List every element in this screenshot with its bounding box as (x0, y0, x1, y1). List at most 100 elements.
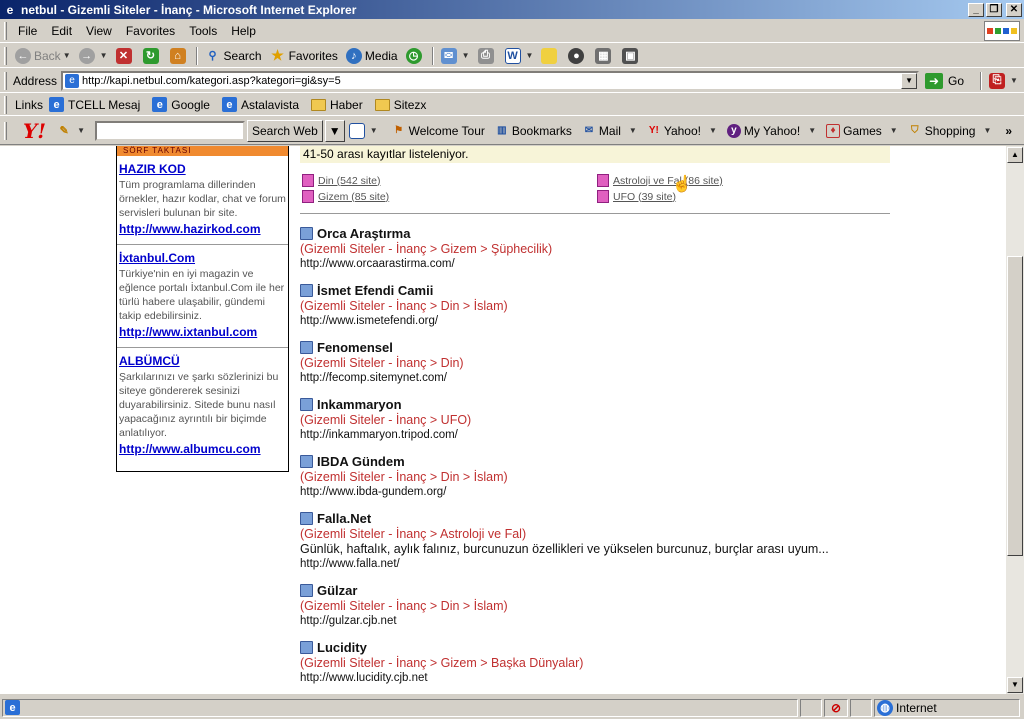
category-link[interactable]: Astroloji ve Fal (86 site) (597, 174, 723, 187)
sidebar-block-url[interactable]: http://www.ixtanbul.com (119, 325, 286, 339)
scroll-down-button[interactable]: ▼ (1007, 677, 1023, 693)
bookmarks-item[interactable]: ▥ Bookmarks (495, 124, 572, 138)
my-yahoo-item[interactable]: y My Yahoo! ▼ (726, 123, 816, 138)
research-button[interactable]: ▦ (591, 45, 618, 67)
mail-button[interactable]: ✉ ▼ (437, 45, 474, 67)
highlight-button[interactable]: ▼ (345, 120, 382, 142)
result-description: Günlük, haftalık, aylık falınız, burcunu… (300, 542, 829, 556)
mail-item[interactable]: ✉ Mail ▼ (582, 124, 637, 138)
page-content: SÖRF TAKTASI HAZIR KOD Tüm programlama d… (0, 146, 1008, 694)
result-url[interactable]: http://www.orcaarastirma.com/ (300, 257, 900, 271)
result-title[interactable]: Orca Araştırma (300, 226, 900, 241)
result-title[interactable]: IBDA Gündem (300, 454, 900, 469)
menu-edit[interactable]: Edit (44, 22, 79, 40)
toolbar-grip[interactable] (4, 71, 7, 90)
yahoo-search-input[interactable] (94, 120, 245, 141)
discuss-button[interactable] (537, 45, 564, 67)
menu-favorites[interactable]: Favorites (119, 22, 182, 40)
favorites-button[interactable]: ★ Favorites (266, 45, 342, 67)
result-title[interactable]: Falla.Net (300, 511, 900, 526)
result-url[interactable]: http://www.ismetefendi.org/ (300, 314, 900, 328)
result-category-path: (Gizemli Siteler - İnanç > Gizem > Başka… (300, 656, 584, 670)
go-label: Go (948, 73, 965, 88)
result-title-text: Gülzar (317, 583, 358, 598)
vertical-scrollbar[interactable]: ▲ ▼ (1006, 146, 1024, 694)
category-link[interactable]: Din (542 site) (302, 174, 380, 187)
history-button[interactable]: ◷ (402, 45, 429, 67)
refresh-button[interactable]: ↻ (139, 45, 166, 67)
print-button[interactable]: ⎙ (474, 45, 501, 67)
sidebar-block: ALBÜMCÜ Şarkılarınızı ve şarkı sözlerini… (117, 348, 288, 464)
menu-file[interactable]: File (11, 22, 44, 40)
sidebar-block-title[interactable]: İxtanbul.Com (119, 251, 286, 265)
popup-blocked-icon[interactable]: ⊘ (824, 698, 848, 717)
sidebar-block-title[interactable]: HAZIR KOD (119, 162, 286, 176)
search-dropdown-button[interactable]: ▼ (324, 119, 345, 142)
back-label: Back (34, 48, 61, 63)
result-entry: Inkammaryon (Gizemli Siteler - İnanç > UF… (300, 397, 900, 442)
pencil-button[interactable]: ✎ ▼ (52, 120, 89, 142)
shopping-item[interactable]: ⛉ Shopping ▼ (908, 123, 991, 138)
sidebar-header: SÖRF TAKTASI (117, 146, 288, 156)
toolbar-overflow-button[interactable]: » (1005, 124, 1012, 138)
home-button[interactable]: ⌂ (166, 45, 193, 67)
address-dropdown-button[interactable]: ▼ (901, 72, 918, 89)
result-title[interactable]: İsmet Efendi Camii (300, 283, 900, 298)
edit-button[interactable]: W ▼ (501, 45, 538, 67)
link-sitezx[interactable]: Sitezx (374, 98, 426, 112)
result-url[interactable]: http://www.lucidity.cjb.net (300, 671, 900, 685)
close-button[interactable]: ✕ (1006, 2, 1022, 17)
menu-tools[interactable]: Tools (182, 22, 224, 40)
windows-logo-icon (984, 21, 1020, 41)
separator (980, 71, 983, 90)
go-button[interactable]: ➜ Go (925, 72, 965, 89)
link-google[interactable]: e Google (152, 97, 210, 112)
maximize-button[interactable]: ❐ (986, 2, 1002, 17)
link-haber[interactable]: Haber (311, 98, 363, 112)
result-url[interactable]: http://www.falla.net/ (300, 557, 900, 571)
sidebar-block-title[interactable]: ALBÜMCÜ (119, 354, 286, 368)
back-button[interactable]: ← Back ▼ (11, 45, 75, 67)
tool-button[interactable]: ▣ (618, 45, 645, 67)
result-title[interactable]: Fenomensel (300, 340, 900, 355)
games-item[interactable]: ♦ Games ▼ (826, 123, 898, 138)
link-tcell-mesaj[interactable]: e TCELL Mesaj (49, 97, 140, 112)
minimize-button[interactable]: _ (968, 2, 984, 17)
menu-view[interactable]: View (79, 22, 119, 40)
sidebar-block-url[interactable]: http://www.albumcu.com (119, 442, 286, 456)
menu-help[interactable]: Help (224, 22, 263, 40)
forward-button[interactable]: → ▼ (75, 45, 112, 67)
search-button[interactable]: ⚲ Search (201, 45, 266, 67)
category-link[interactable]: UFO (39 site) (597, 190, 676, 203)
toolbar-grip[interactable] (4, 95, 7, 114)
acrobat-button[interactable]: ⎘ ▼ (985, 70, 1022, 92)
toolbar-grip[interactable] (4, 46, 7, 65)
result-entry: Gülzar (Gizemli Siteler - İnanç > Din > İ… (300, 583, 900, 628)
result-url[interactable]: http://fecomp.sitemynet.com/ (300, 371, 900, 385)
media-button[interactable]: ♪ Media (342, 45, 402, 67)
address-input[interactable]: e http://kapi.netbul.com/kategori.asp?ka… (61, 70, 920, 91)
search-web-button[interactable]: Search Web (246, 119, 323, 142)
category-link[interactable]: Gizem (85 site) (302, 190, 389, 203)
result-title[interactable]: Inkammaryon (300, 397, 900, 412)
link-astalavista[interactable]: e Astalavista (221, 97, 299, 112)
scroll-thumb[interactable] (1007, 256, 1023, 556)
yahoo-item[interactable]: Y! Yahoo! ▼ (647, 124, 717, 138)
address-url[interactable]: http://kapi.netbul.com/kategori.asp?kate… (82, 75, 341, 87)
history-icon: ◷ (405, 47, 422, 64)
toolbar-grip[interactable] (4, 121, 7, 140)
stop-button[interactable]: ✕ (112, 45, 139, 67)
scroll-up-button[interactable]: ▲ (1007, 147, 1023, 163)
result-url[interactable]: http://inkammaryon.tripod.com/ (300, 428, 900, 442)
yahoo-item-label: Shopping (924, 123, 976, 138)
sidebar-block-url[interactable]: http://www.hazirkod.com (119, 222, 286, 236)
book-icon (300, 584, 313, 597)
yahoo-logo[interactable]: Y! (23, 119, 46, 143)
toolbar-grip[interactable] (4, 21, 7, 40)
messenger-button[interactable]: ● (564, 45, 591, 67)
result-url[interactable]: http://gulzar.cjb.net (300, 614, 900, 628)
result-url[interactable]: http://www.ibda-gundem.org/ (300, 485, 900, 499)
result-title[interactable]: Lucidity (300, 640, 900, 655)
result-title[interactable]: Gülzar (300, 583, 900, 598)
welcome-tour-item[interactable]: ⚑ Welcome Tour (392, 124, 485, 138)
